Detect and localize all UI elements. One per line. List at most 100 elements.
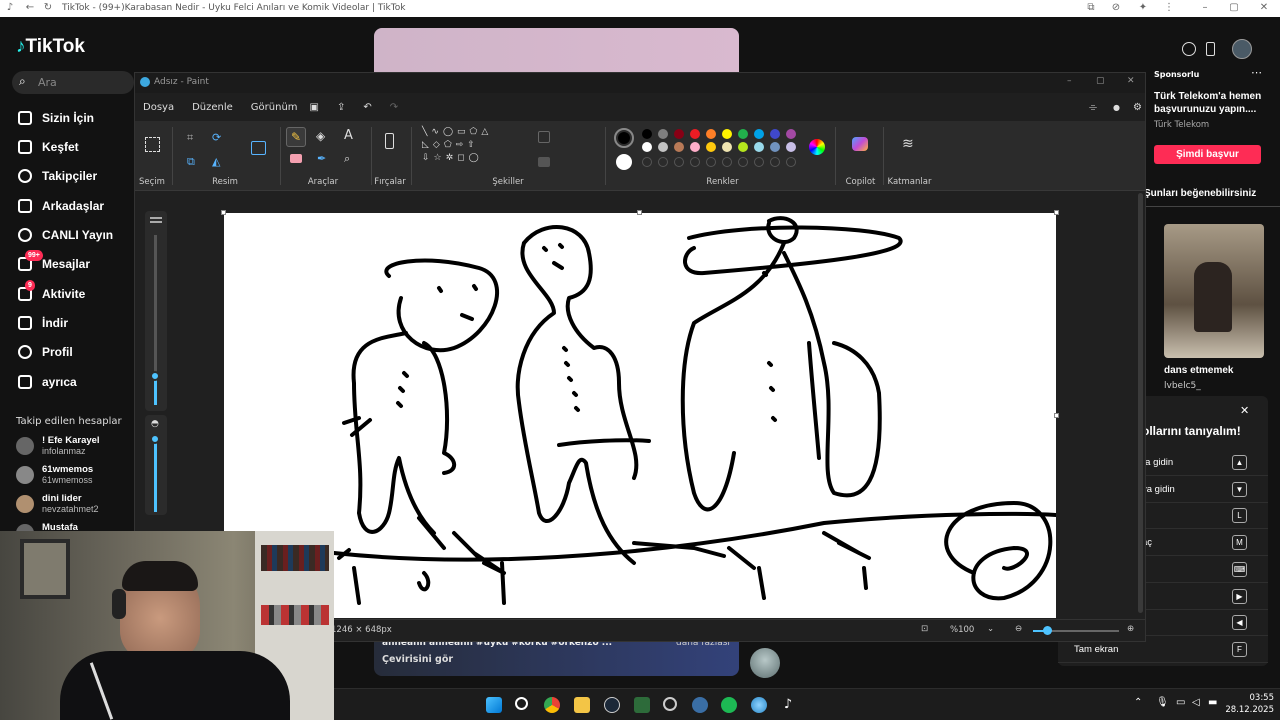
image-gen-icon[interactable] [251,141,266,155]
paint-settings-icon[interactable]: ⚙ [1133,102,1142,113]
pencil-icon[interactable]: ✎ [286,127,306,147]
color-swatch[interactable] [786,129,796,139]
close-icon[interactable]: ✕ [1240,404,1249,417]
tiktok-logo[interactable]: ♪TikTok [16,36,85,58]
canvas-resize-handle[interactable] [1054,210,1059,215]
empty-color-slot[interactable] [722,157,732,167]
color-swatch[interactable] [642,129,652,139]
color-swatch[interactable] [770,129,780,139]
device-icon[interactable] [1206,42,1215,56]
tray-chevron-icon[interactable]: ⌃ [1134,697,1142,708]
battery-icon[interactable]: ▬ [1208,697,1217,708]
redo-icon[interactable]: ↷ [390,102,398,113]
search-input[interactable]: ⌕ Ara [12,71,134,94]
zoom-select[interactable]: %100 [950,625,990,635]
color-swatch[interactable] [722,129,732,139]
color-swatch[interactable] [690,129,700,139]
empty-color-slot[interactable] [754,157,764,167]
spotify-icon[interactable] [721,697,737,713]
terminal-icon[interactable] [634,697,650,713]
tiktok-icon[interactable]: ♪ [780,697,796,713]
nav-item[interactable]: 9 Aktivite [16,280,85,305]
nav-item[interactable]: 99+ Mesajlar [16,250,90,275]
color-swatch[interactable] [754,142,764,152]
canvas-resize-handle[interactable] [221,210,226,215]
steam-client-icon[interactable] [692,697,708,713]
canvas-resize-handle[interactable] [1054,413,1059,418]
paint-maximize-icon[interactable]: ▢ [1096,76,1105,86]
color-swatch[interactable] [754,129,764,139]
search-icon[interactable] [515,697,528,710]
nav-item[interactable]: Sizin İçin [16,107,94,129]
rotate-icon[interactable]: ⟳ [212,131,221,144]
upload-icon[interactable] [1182,42,1196,56]
eraser-icon[interactable] [290,154,302,163]
paint-share-icon[interactable]: ⌯ [1089,102,1097,113]
maximize-icon[interactable]: ▢ [1228,2,1240,14]
clock-time[interactable]: 03:55 [1236,693,1275,703]
flip-icon[interactable]: ◭ [212,155,220,168]
block-icon[interactable]: ⊘ [1110,2,1122,14]
shape-outline-icon[interactable] [538,131,550,143]
color-swatch[interactable] [706,142,716,152]
copilot-icon[interactable] [852,137,868,151]
color-swatch[interactable] [674,142,684,152]
nav-item[interactable]: Takipçiler [16,165,97,187]
steam-icon[interactable] [604,697,620,713]
fill-icon[interactable]: ◈ [316,129,325,143]
paint-close-icon[interactable]: ✕ [1127,76,1135,86]
share-icon[interactable]: ⇪ [337,102,345,113]
layers-icon[interactable]: ≋ [902,136,914,152]
brush-icon[interactable] [385,133,394,149]
translate-link[interactable]: Çevirisini gör [382,654,453,665]
color-swatch[interactable] [690,142,700,152]
suggested-caption[interactable]: dans etmemek [1164,365,1233,376]
user-avatar[interactable] [1232,39,1252,59]
crop-icon[interactable]: ⌗ [187,131,193,145]
nav-item[interactable]: CANLI Yayın [16,224,113,246]
nav-item[interactable]: Keşfet [16,136,79,158]
paint-minimize-icon[interactable]: – [1067,76,1072,86]
following-account[interactable]: ! Efe Karayel infolanmaz [16,435,100,456]
nav-item[interactable]: ayrıca [16,371,77,393]
menu-view[interactable]: Görünüm [251,102,298,113]
empty-color-slot[interactable] [690,157,700,167]
selection-icon[interactable] [145,137,160,152]
following-account[interactable]: dini lider nevzatahmet2 [16,493,99,514]
network-icon[interactable]: ▭ [1176,697,1185,708]
menu-edit[interactable]: Düzenle [192,102,233,113]
vertical-scrollbar[interactable] [1138,193,1143,613]
empty-color-slot[interactable] [786,157,796,167]
suggested-video-thumb[interactable] [1164,224,1264,358]
nav-item[interactable]: Profil [16,341,73,363]
nav-item[interactable]: Arkadaşlar [16,195,104,217]
color-picker-icon[interactable]: ✒ [317,152,326,165]
windows-start-icon[interactable] [486,697,502,713]
undo-icon[interactable]: ↶ [363,102,371,113]
zoom-slider[interactable] [1033,626,1119,635]
opacity-slider[interactable]: ◓ [145,415,167,515]
color-swatch[interactable] [706,129,716,139]
creator-avatar[interactable] [750,648,780,678]
shape-fill-icon[interactable] [538,157,550,167]
empty-color-slot[interactable] [738,157,748,167]
opacity-thumb[interactable] [150,434,160,444]
magnifier-icon[interactable]: ⌕ [344,152,350,166]
secondary-color[interactable] [616,154,632,170]
resize-icon[interactable]: ⧉ [187,155,195,169]
minimize-icon[interactable]: – [1199,2,1211,14]
extensions-icon[interactable]: ✦ [1137,2,1149,14]
sponsor-more-icon[interactable]: ⋯ [1251,66,1262,79]
empty-color-slot[interactable] [642,157,652,167]
menu-file[interactable]: Dosya [143,102,174,113]
color-swatch[interactable] [658,142,668,152]
color-swatch[interactable] [658,129,668,139]
paint-icon[interactable] [751,697,767,713]
color-swatch[interactable] [786,142,796,152]
following-account[interactable]: 61wmemos 61wmemoss [16,464,93,485]
apply-now-button[interactable]: Şimdi başvur [1154,145,1261,164]
zoom-in-icon[interactable]: ⊕ [1127,624,1134,634]
zoom-out-icon[interactable]: ⊖ [1015,624,1022,634]
close-icon[interactable]: ✕ [1258,2,1270,14]
empty-color-slot[interactable] [770,157,780,167]
